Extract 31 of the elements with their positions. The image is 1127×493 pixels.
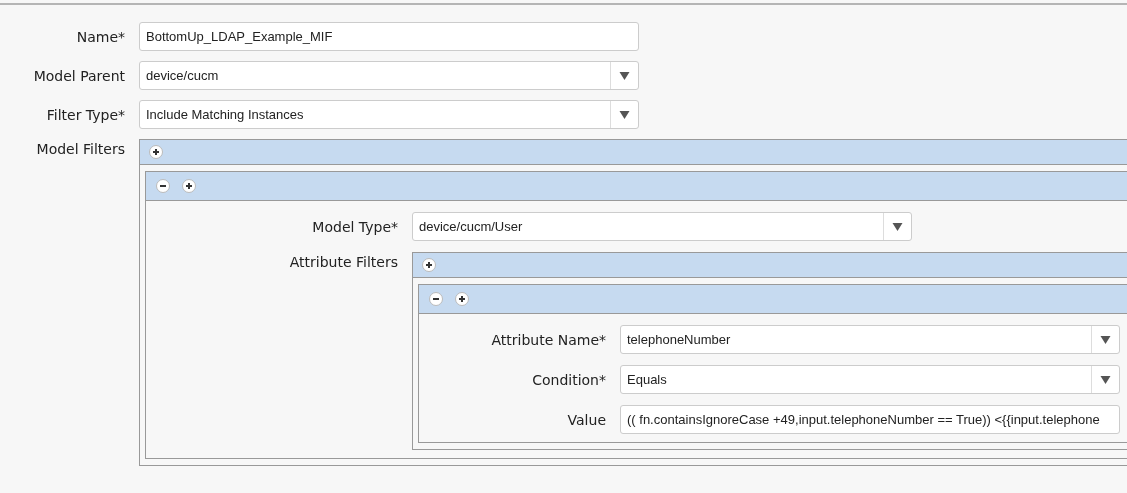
dropdown-field[interactable]: telephoneNumber: [620, 325, 1120, 354]
remove-button[interactable]: [156, 179, 170, 193]
add-button[interactable]: [182, 179, 196, 193]
field-label: Model Type*: [311, 218, 398, 235]
field-label: Attribute Name*: [490, 331, 606, 348]
dropdown-field[interactable]: Equals: [620, 365, 1120, 394]
add-button[interactable]: [455, 292, 469, 306]
remove-button[interactable]: [429, 292, 443, 306]
caret-icon: [1100, 375, 1111, 384]
text-field[interactable]: BottomUp_LDAP_Example_MIF: [139, 22, 639, 51]
plus-icon: [457, 294, 467, 304]
field-label: Value: [566, 411, 606, 428]
caret-icon: [1100, 335, 1111, 344]
field-label: Model Parent: [32, 67, 125, 84]
caret-icon: [619, 110, 630, 119]
dropdown-field[interactable]: device/cucm/User: [412, 212, 912, 241]
dropdown-field[interactable]: device/cucm: [139, 61, 639, 90]
field-label: Condition*: [531, 371, 606, 388]
text-field[interactable]: (( fn.containsIgnoreCase +49,input.telephoneNumber == True)) <{{input.telephone: [620, 405, 1120, 434]
plus-icon: [151, 147, 161, 157]
add-button[interactable]: [149, 145, 163, 159]
caret-icon: [892, 222, 903, 231]
add-button[interactable]: [422, 258, 436, 272]
field-label: Name*: [75, 28, 125, 45]
dropdown-field[interactable]: Include Matching Instances: [139, 100, 639, 129]
field-label: Attribute Filters: [288, 253, 398, 270]
caret-icon: [619, 71, 630, 80]
field-label: Model Filters: [35, 140, 125, 157]
plus-icon: [424, 260, 434, 270]
plus-icon: [184, 181, 194, 191]
field-label: Filter Type*: [45, 106, 125, 123]
